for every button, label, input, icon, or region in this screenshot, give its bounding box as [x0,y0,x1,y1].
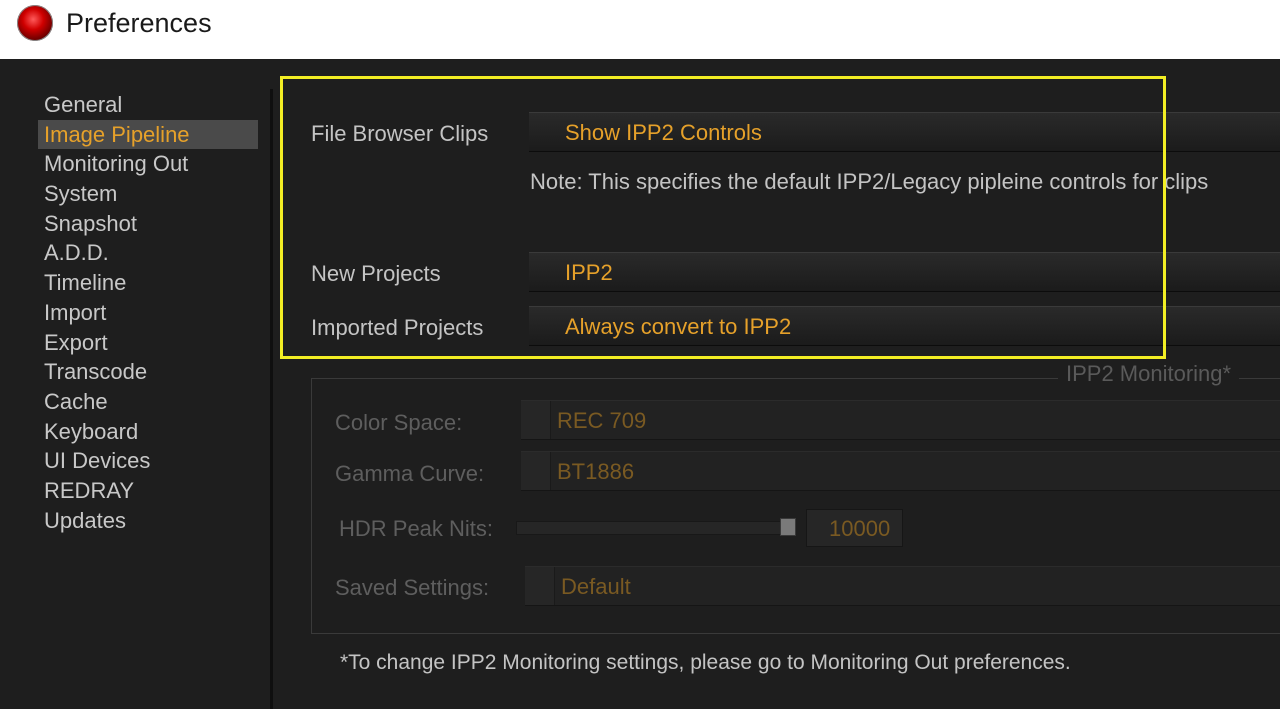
sidebar-item-transcode[interactable]: Transcode [38,357,258,387]
imported-projects-value: Always convert to IPP2 [565,314,792,339]
red-record-icon [17,5,53,41]
sidebar-item-general[interactable]: General [38,90,258,120]
sidebar-item-image-pipeline[interactable]: Image Pipeline [38,119,258,150]
gamma-curve-select: BT1886 [521,451,1280,491]
gamma-curve-label: Gamma Curve: [335,461,485,486]
color-space-value: REC 709 [557,408,647,433]
new-projects-label: New Projects [311,261,441,286]
preferences-main: General Image Pipeline Monitoring Out Sy… [0,59,1280,709]
sidebar-item-timeline[interactable]: Timeline [38,268,258,298]
sidebar-item-snapshot[interactable]: Snapshot [38,209,258,239]
imported-projects-select[interactable]: Always convert to IPP2 [529,306,1280,346]
file-browser-clips-label: File Browser Clips [311,121,489,146]
saved-settings-select: Default [525,566,1280,606]
new-projects-value: IPP2 [565,260,613,285]
preferences-sidebar: General Image Pipeline Monitoring Out Sy… [38,90,258,535]
hdr-peak-nits-slider [516,521,796,535]
hdr-peak-nits-input: 10000 [806,509,903,547]
saved-settings-value: Default [561,574,631,599]
sidebar-item-ui-devices[interactable]: UI Devices [38,446,258,476]
sidebar-item-export[interactable]: Export [38,328,258,358]
hdr-peak-nits-label: HDR Peak Nits: [339,516,494,541]
new-projects-select[interactable]: IPP2 [529,252,1280,292]
sidebar-divider [270,89,273,709]
sidebar-item-import[interactable]: Import [38,298,258,328]
gamma-curve-value: BT1886 [557,459,635,484]
sidebar-item-redray[interactable]: REDRAY [38,476,258,506]
color-space-label: Color Space: [335,410,463,435]
imported-projects-label: Imported Projects [311,315,484,340]
file-browser-clips-select[interactable]: Show IPP2 Controls [529,112,1280,152]
title-bar: Preferences [0,0,1280,59]
color-space-select: REC 709 [521,400,1280,440]
sidebar-item-system[interactable]: System [38,179,258,209]
sidebar-item-updates[interactable]: Updates [38,506,258,536]
hdr-peak-nits-value: 10000 [829,516,891,541]
monitoring-footer-note: *To change IPP2 Monitoring settings, ple… [340,651,1071,674]
pipeline-note: Note: This specifies the default IPP2/Le… [530,169,1209,194]
ipp2-monitoring-title: IPP2 Monitoring* [1058,361,1240,387]
saved-settings-label: Saved Settings: [335,575,490,600]
hdr-peak-nits-slider-handle [780,518,796,536]
sidebar-item-add[interactable]: A.D.D. [38,238,258,268]
sidebar-item-keyboard[interactable]: Keyboard [38,417,258,447]
sidebar-item-monitoring-out[interactable]: Monitoring Out [38,149,258,179]
window-title: Preferences [66,8,212,38]
sidebar-item-cache[interactable]: Cache [38,387,258,417]
file-browser-clips-value: Show IPP2 Controls [565,120,762,145]
